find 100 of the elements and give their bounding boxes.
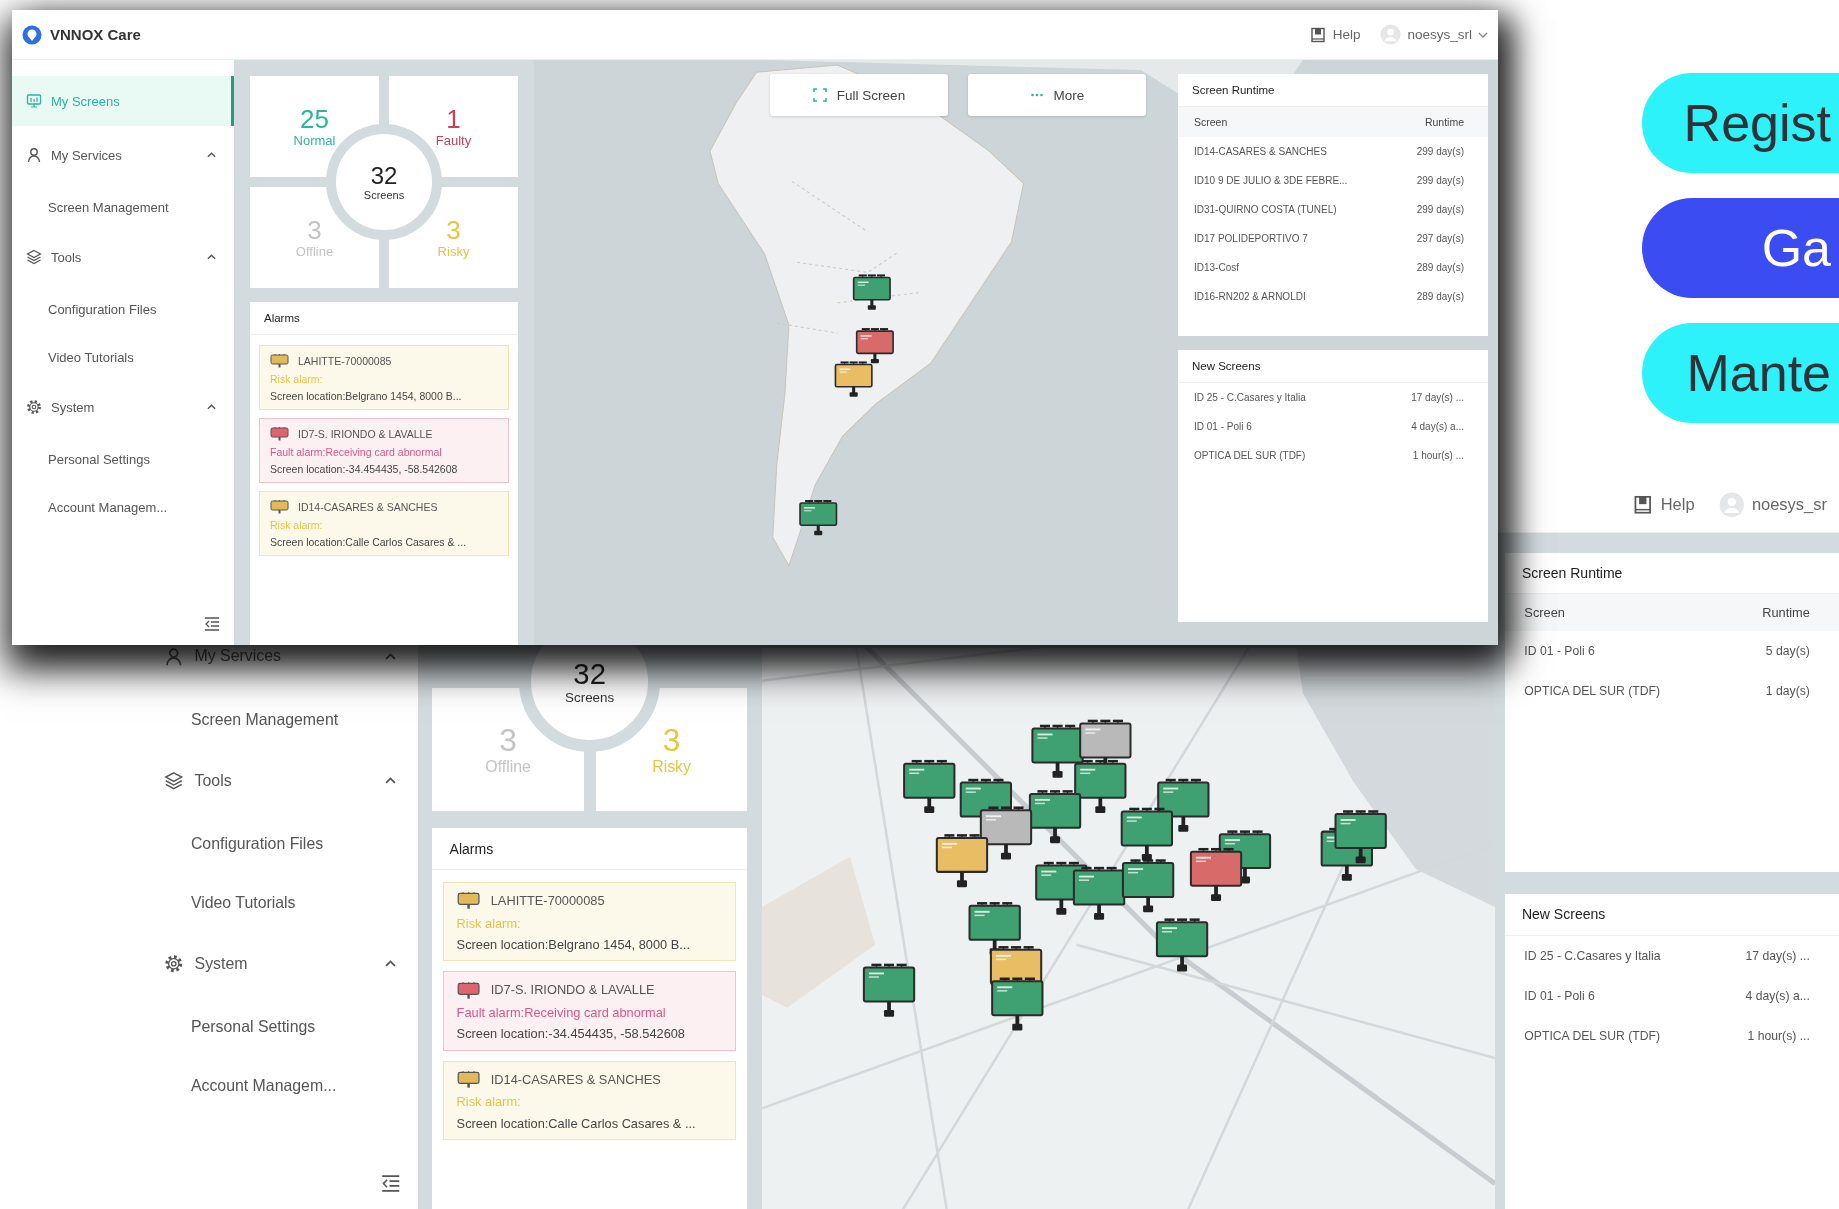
billboard-icon [456, 980, 480, 1000]
sidebar-item[interactable]: Tools [147, 750, 418, 812]
table-cell: OPTICA DEL SUR (TDF) [1194, 450, 1306, 461]
table-cell: ID16-RN202 & ARNOLDI [1194, 291, 1306, 302]
billboard-marker[interactable] [935, 833, 988, 887]
alarm-card[interactable]: ID7-S. IRIONDO & LAVALLE Fault alarm:Receiving card abnormal Screen location:-34.454435, -58.542608 [259, 418, 509, 483]
status-count: 3 [499, 723, 517, 759]
status-label: Risky [437, 244, 470, 260]
avatar-icon [1380, 24, 1402, 45]
alarm-location: Screen location:-34.454435, -58.542608 [270, 463, 459, 475]
sidebar-subitem[interactable]: Account Managem... [12, 484, 234, 530]
table-cell: ID 25 - C.Casares y Italia [1524, 948, 1661, 963]
billboard-marker[interactable] [1334, 810, 1387, 864]
layers-icon [26, 249, 42, 265]
total-count: 32 [573, 658, 606, 691]
caret-icon [207, 152, 216, 158]
billboard-icon [270, 426, 289, 441]
table-cell: ID14-CASARES & SANCHES [1194, 146, 1327, 157]
sidebar-subitem[interactable]: Personal Settings [12, 436, 234, 482]
table-cell: 299 day(s) [1416, 175, 1464, 186]
sidebar-subitem[interactable]: Video Tutorials [12, 334, 234, 380]
feature-tag: Ga [1642, 198, 1839, 298]
more-button[interactable]: More [968, 74, 1146, 116]
billboard-marker[interactable] [1155, 918, 1209, 972]
panel-title: Alarms [250, 302, 518, 335]
sidebar-subitem[interactable]: Configuration Files [147, 816, 418, 873]
alarm-message: Fault alarm:Receiving card abnormal [270, 446, 443, 458]
billboard-marker[interactable] [902, 759, 956, 813]
column-header: Runtime [1762, 605, 1810, 620]
billboard-marker[interactable] [1072, 866, 1126, 920]
sidebar-item[interactable]: System [12, 382, 234, 432]
alarm-card[interactable]: ID14-CASARES & SANCHES Risk alarm: Screen location:Calle Carlos Casares & ... [259, 491, 509, 556]
alarm-card[interactable]: ID7-S. IRIONDO & LAVALLE Fault alarm:Receiving card abnormal Screen location:-34.454435, -58.542608 [443, 971, 737, 1051]
caret-icon [207, 404, 216, 410]
table-cell: 4 day(s) a... [1411, 421, 1464, 432]
collapse-menu-icon[interactable] [381, 1174, 401, 1192]
table-cell: OPTICA DEL SUR (TDF) [1524, 1029, 1660, 1044]
status-count: 3 [307, 215, 322, 245]
alarm-message: Risk alarm: [270, 519, 324, 531]
panel-title: New Screens [1504, 894, 1839, 936]
billboard-marker[interactable] [855, 328, 894, 364]
table-cell: 1 hour(s) ... [1747, 1029, 1810, 1044]
sidebar-item[interactable]: My Services [12, 130, 234, 180]
table-cell: ID 25 - C.Casares y Italia [1194, 392, 1306, 403]
table-cell: 17 day(s) ... [1411, 392, 1464, 403]
billboard-marker[interactable] [1121, 859, 1175, 913]
status-label: Risky [652, 758, 691, 777]
sidebar-subitem[interactable]: Personal Settings [147, 999, 418, 1056]
layers-icon [164, 771, 184, 791]
sidebar-subitem[interactable]: Video Tutorials [147, 874, 418, 931]
alarm-screen-name: ID14-CASARES & SANCHES [298, 500, 438, 513]
map-drawing[interactable] [761, 647, 1496, 1209]
sidebar-subitem[interactable]: Configuration Files [12, 286, 234, 332]
full-screen-button[interactable]: Full Screen [770, 74, 948, 116]
billboard-marker[interactable] [862, 963, 916, 1017]
help-link[interactable]: Help [1632, 494, 1695, 515]
alarm-location: Screen location:Belgrano 1454, 8000 B... [456, 936, 691, 952]
caret-icon [384, 652, 396, 660]
book-icon [1632, 494, 1653, 515]
alarm-card[interactable]: LAHITTE-70000085 Risk alarm: Screen location:Belgrano 1454, 8000 B... [259, 345, 509, 410]
billboard-marker[interactable] [799, 500, 838, 536]
alarm-message: Risk alarm: [456, 1094, 522, 1110]
billboard-marker[interactable] [1120, 807, 1173, 861]
alarm-location: Screen location:Calle Carlos Casares & ... [456, 1115, 697, 1131]
status-count: 3 [662, 723, 681, 759]
billboard-marker[interactable] [852, 274, 891, 310]
billboard-marker[interactable] [1028, 789, 1082, 843]
sidebar-subitem[interactable]: Screen Management [12, 184, 234, 230]
alarm-card[interactable]: ID14-CASARES & SANCHES Risk alarm: Screen location:Calle Carlos Casares & ... [443, 1060, 737, 1141]
collapse-menu-icon[interactable] [204, 617, 220, 631]
sidebar-subitem[interactable]: Screen Management [147, 691, 418, 748]
alarm-message: Risk alarm: [456, 915, 522, 931]
user-menu[interactable]: noesys_sr [1718, 491, 1827, 518]
billboard-marker[interactable] [1189, 847, 1243, 901]
billboard-marker[interactable] [1074, 759, 1127, 813]
user-menu[interactable]: noesys_srl [1380, 24, 1488, 45]
table-cell: 5 day(s) [1765, 644, 1810, 659]
table-cell: 1 day(s) [1765, 684, 1810, 699]
alarm-screen-name: ID7-S. IRIONDO & LAVALLE [490, 982, 655, 998]
sidebar-item[interactable]: System [147, 933, 418, 995]
gear-icon [164, 953, 184, 974]
feature-tag: Regist [1642, 73, 1839, 173]
table-cell: 1 hour(s) ... [1412, 450, 1464, 461]
help-link[interactable]: Help [1309, 26, 1361, 43]
table-cell: 4 day(s) a... [1745, 988, 1810, 1003]
sidebar-subitem[interactable]: Account Managem... [147, 1057, 418, 1114]
table-cell: ID 01 - Poli 6 [1524, 644, 1595, 659]
sidebar-item[interactable]: Tools [12, 232, 234, 282]
billboard-marker[interactable] [1031, 724, 1084, 778]
table-cell: 297 day(s) [1416, 233, 1464, 244]
panel-title: New Screens [1178, 350, 1488, 383]
billboard-marker[interactable] [979, 806, 1032, 860]
status-label: Offline [485, 758, 531, 777]
status-count: 1 [446, 104, 461, 134]
billboard-marker[interactable] [834, 361, 873, 397]
alarm-card[interactable]: LAHITTE-70000085 Risk alarm: Screen location:Belgrano 1454, 8000 B... [443, 881, 737, 962]
billboard-marker[interactable] [991, 977, 1044, 1031]
expand-corners-icon [812, 88, 827, 102]
table-cell: ID 01 - Poli 6 [1194, 421, 1252, 432]
total-count: 32 [370, 162, 398, 190]
